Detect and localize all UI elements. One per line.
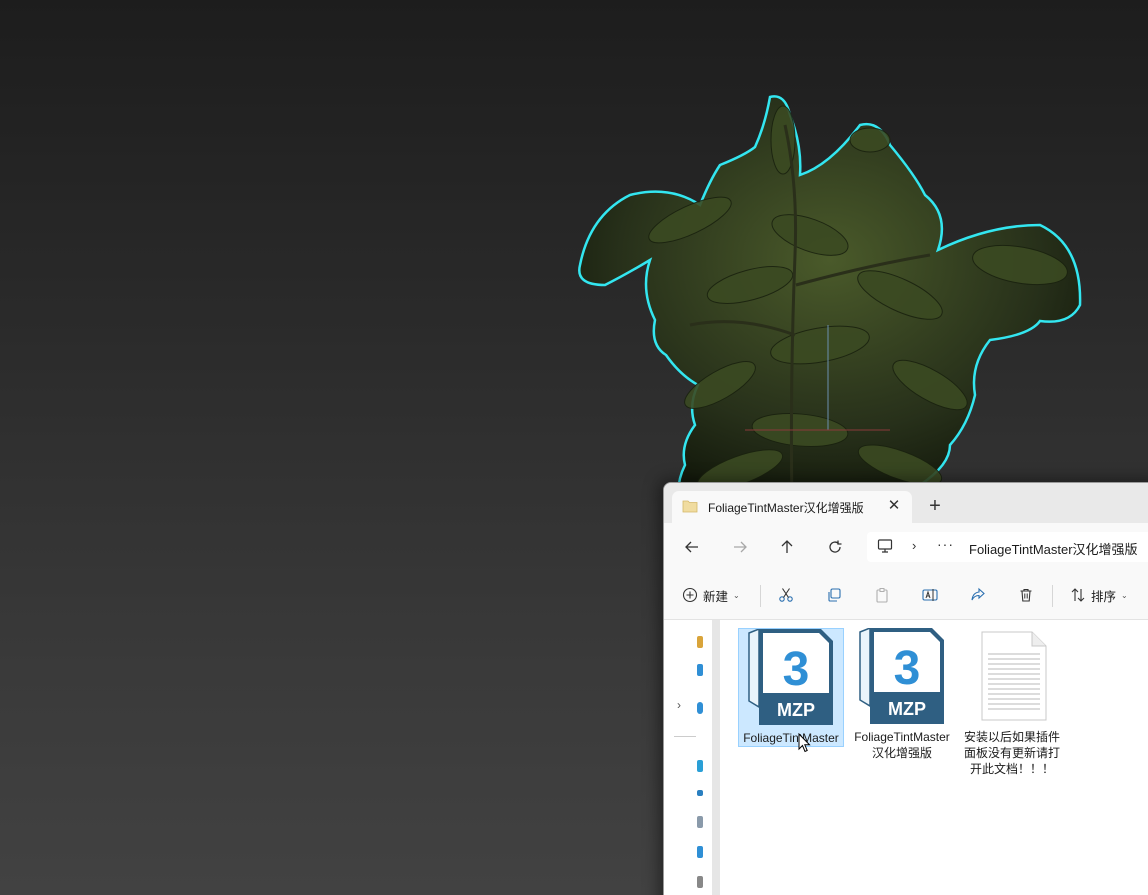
navpane-scrollbar[interactable] [712,620,720,895]
share-button[interactable] [970,583,986,607]
downloads-icon[interactable] [697,790,703,796]
navigation-bar: › ··· FoliageTintMaster汉化增强版 [664,523,1148,571]
folder-icon [682,499,698,518]
back-button[interactable] [680,535,704,559]
plant-model[interactable] [570,85,1100,505]
trash-icon [1020,588,1032,602]
arrow-left-icon [685,541,698,553]
file-explorer-window[interactable]: FoliageTintMaster汉化增强版 ✕ + › ··· Foliage… [663,482,1148,895]
svg-text:3: 3 [894,642,921,695]
mzp-file-icon: 3 MZP [859,626,944,724]
text-document-icon [981,631,1047,721]
sort-button-label: 排序 [1091,589,1117,604]
paste-icon [876,588,888,603]
file-item-txt[interactable]: 安装以后如果插件面板没有更新请打开此文档！！！ [960,628,1064,777]
cloud-icon[interactable] [697,702,703,714]
address-bar[interactable]: › ··· FoliageTintMaster汉化增强版 [867,532,1148,562]
sort-icon [1071,588,1085,602]
command-separator [1052,585,1053,607]
command-separator [760,585,761,607]
music-icon[interactable] [697,876,703,888]
tab-folder[interactable]: FoliageTintMaster汉化增强版 ✕ [672,491,912,523]
file-item-mzp[interactable]: 3 MZP FoliageTintMaster [738,627,844,747]
home-icon[interactable] [697,636,703,648]
breadcrumb-current-folder[interactable]: FoliageTintMaster汉化增强版 [969,539,1138,558]
refresh-icon [829,540,842,553]
arrow-up-icon [781,540,793,553]
breadcrumb-separator[interactable]: › [912,538,916,553]
computer-icon[interactable] [877,538,893,559]
forward-button[interactable] [728,535,752,559]
copy-icon [828,588,841,602]
svg-text:3: 3 [783,643,810,696]
new-button-label: 新建 [703,589,729,604]
file-item-mzp[interactable]: 3 MZP FoliageTintMaster汉化增强版 [850,626,954,761]
file-name: FoliageTintMaster [743,731,839,745]
copy-button[interactable] [826,583,842,607]
new-tab-button[interactable]: + [923,494,947,518]
tab-title: FoliageTintMaster汉化增强版 [708,501,864,515]
cut-button[interactable] [778,583,794,607]
gallery-icon[interactable] [697,664,703,676]
add-circle-icon [682,587,698,603]
svg-text:MZP: MZP [777,700,815,720]
pictures-icon[interactable] [697,846,703,858]
tab-bar: FoliageTintMaster汉化增强版 ✕ + [664,483,1148,523]
close-tab-icon[interactable]: ✕ [884,496,904,516]
arrow-right-icon [734,541,747,553]
new-button[interactable]: 新建 ⌄ [682,583,740,607]
mzp-file-icon: 3 MZP [748,627,833,725]
rename-icon [922,589,938,601]
chevron-down-icon: ⌄ [1121,590,1128,600]
svg-text:MZP: MZP [888,699,926,719]
content-area: › 3 MZP FoliageTintMaster 3 MZP FoliageT… [664,620,1148,895]
delete-button[interactable] [1018,583,1034,607]
share-icon [971,587,985,601]
refresh-button[interactable] [823,535,847,559]
chevron-down-icon: ⌄ [733,590,740,600]
desktop-icon[interactable] [697,760,703,772]
rename-button[interactable] [922,583,938,607]
file-name: 安装以后如果插件面板没有更新请打开此文档！！！ [963,730,1060,776]
expand-chevron-icon[interactable]: › [677,698,681,712]
navigation-pane: › [664,620,712,895]
sort-button[interactable]: 排序 ⌄ [1070,583,1128,607]
documents-icon[interactable] [697,816,703,828]
paste-button[interactable] [874,583,890,607]
file-name: FoliageTintMaster汉化增强版 [854,730,950,760]
up-button[interactable] [775,535,799,559]
nav-divider [674,736,696,737]
command-bar: 新建 ⌄ 排序 ⌄ [664,571,1148,620]
scissors-icon [779,588,793,602]
breadcrumb-more-button[interactable]: ··· [937,536,954,552]
